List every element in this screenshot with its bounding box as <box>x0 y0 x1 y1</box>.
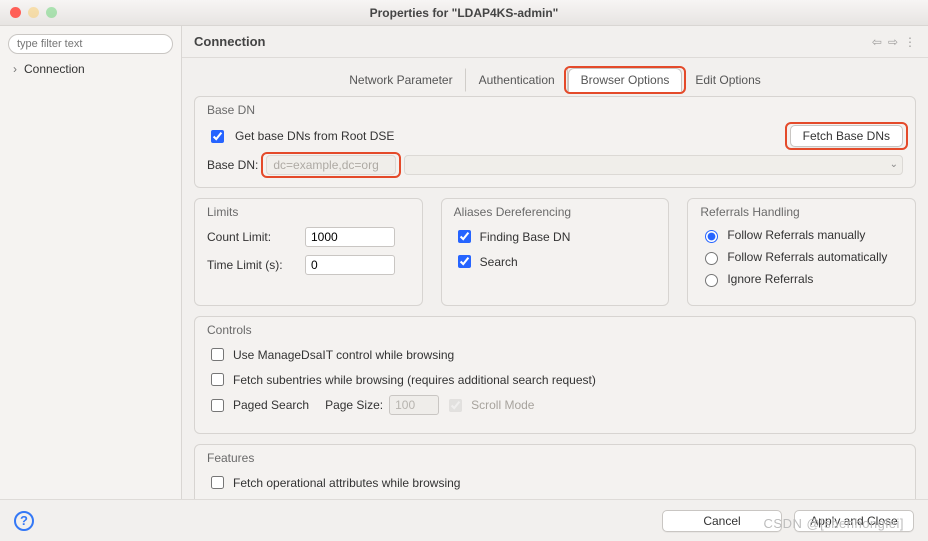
radio-label: Follow Referrals manually <box>727 228 865 242</box>
footer: ? Cancel Apply and Close <box>0 499 928 541</box>
sidebar-item-connection[interactable]: › Connection <box>8 60 173 78</box>
chevron-down-icon: ⌄ <box>890 159 898 170</box>
radio-referrals-ignore[interactable] <box>705 274 718 287</box>
radio-label: Ignore Referrals <box>727 272 813 286</box>
window-title: Properties for "LDAP4KS-admin" <box>0 6 928 20</box>
group-title: Limits <box>207 205 410 219</box>
group-aliases: Aliases Dereferencing Finding Base DN Se… <box>441 198 670 306</box>
chevron-right-icon: › <box>10 62 20 76</box>
checkbox-paged-search[interactable] <box>211 399 224 412</box>
checkbox-label: Search <box>480 255 518 269</box>
sidebar-item-label: Connection <box>24 62 85 76</box>
checkbox-label: Paged Search <box>233 398 309 412</box>
header-toolbar: ⇦ ⇨ ⋮ <box>872 35 916 49</box>
base-dn-combo-highlighted[interactable]: dc=example,dc=org <box>266 155 396 175</box>
page-title: Connection <box>194 34 266 49</box>
group-title: Aliases Dereferencing <box>454 205 657 219</box>
checkbox-label: Get base DNs from Root DSE <box>235 129 394 143</box>
back-icon[interactable]: ⇦ <box>872 35 882 49</box>
checkbox-label: Fetch operational attributes while brows… <box>233 476 460 490</box>
group-referrals: Referrals Handling Follow Referrals manu… <box>687 198 916 306</box>
sidebar: › Connection <box>0 26 182 499</box>
radio-referrals-manual[interactable] <box>705 230 718 243</box>
tab-authentication[interactable]: Authentication <box>466 68 568 92</box>
main: Connection ⇦ ⇨ ⋮ Network Parameter Authe… <box>182 26 928 499</box>
checkbox-fetch-operational[interactable] <box>211 476 224 489</box>
titlebar: Properties for "LDAP4KS-admin" <box>0 0 928 26</box>
checkbox-scroll-mode <box>449 399 462 412</box>
group-title: Referrals Handling <box>700 205 903 219</box>
filter-input[interactable] <box>8 34 173 54</box>
checkbox-finding-base-dn[interactable] <box>458 230 471 243</box>
group-title: Controls <box>207 323 903 337</box>
menu-icon[interactable]: ⋮ <box>904 35 916 49</box>
apply-close-button[interactable]: Apply and Close <box>794 510 914 532</box>
page-size-input <box>389 395 439 415</box>
base-dn-combo[interactable]: ⌄ <box>404 155 903 175</box>
base-dn-label: Base DN: <box>207 158 258 172</box>
tab-bar: Network Parameter Authentication Browser… <box>194 68 916 92</box>
fetch-base-dns-button[interactable]: Fetch Base DNs <box>790 125 903 147</box>
group-base-dn: Base DN Get base DNs from Root DSE Fetch… <box>194 96 916 188</box>
count-limit-input[interactable] <box>305 227 395 247</box>
checkbox-label: Fetch subentries while browsing (require… <box>233 373 596 387</box>
checkbox-label: Finding Base DN <box>480 230 571 244</box>
checkbox-label: Scroll Mode <box>471 398 534 412</box>
checkbox-subentries[interactable] <box>211 373 224 386</box>
checkbox-get-base-dns[interactable] <box>211 130 224 143</box>
radio-label: Follow Referrals automatically <box>727 250 887 264</box>
group-title: Base DN <box>207 103 903 117</box>
columns: Limits Count Limit: Time Limit (s): Alia… <box>194 198 916 306</box>
group-limits: Limits Count Limit: Time Limit (s): <box>194 198 423 306</box>
checkbox-search[interactable] <box>458 255 471 268</box>
tab-browser-options[interactable]: Browser Options <box>568 68 683 92</box>
page-size-label: Page Size: <box>325 398 383 412</box>
forward-icon[interactable]: ⇨ <box>888 35 898 49</box>
base-dn-value: dc=example,dc=org <box>273 158 378 172</box>
group-controls: Controls Use ManageDsaIT control while b… <box>194 316 916 434</box>
count-limit-label: Count Limit: <box>207 230 297 244</box>
checkbox-managedsait[interactable] <box>211 348 224 361</box>
cancel-button[interactable]: Cancel <box>662 510 782 532</box>
time-limit-label: Time Limit (s): <box>207 258 297 272</box>
checkbox-label: Use ManageDsaIT control while browsing <box>233 348 454 362</box>
radio-referrals-auto[interactable] <box>705 252 718 265</box>
page-header: Connection ⇦ ⇨ ⋮ <box>182 26 928 58</box>
tab-network-parameter[interactable]: Network Parameter <box>336 68 465 92</box>
group-title: Features <box>207 451 903 465</box>
time-limit-input[interactable] <box>305 255 395 275</box>
help-icon[interactable]: ? <box>14 511 34 531</box>
tab-edit-options[interactable]: Edit Options <box>682 68 773 92</box>
group-features: Features Fetch operational attributes wh… <box>194 444 916 499</box>
